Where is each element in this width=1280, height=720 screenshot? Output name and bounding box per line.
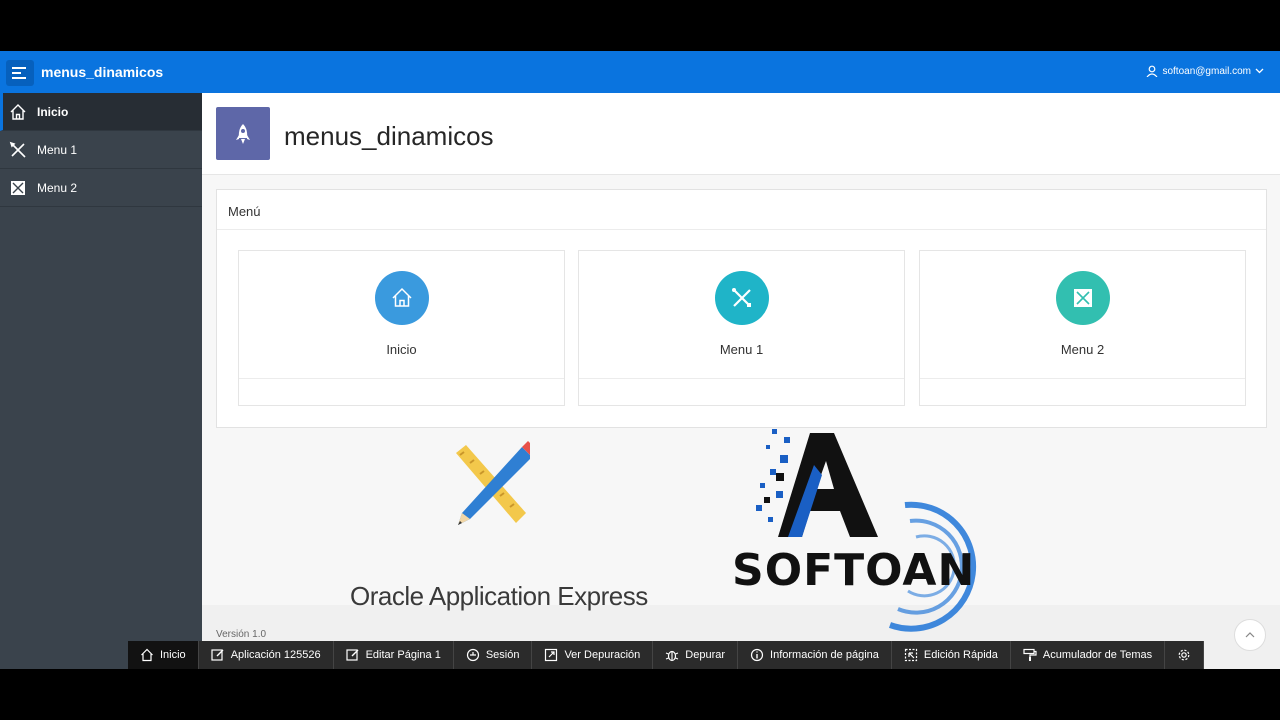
user-email: softoan@gmail.com bbox=[1162, 65, 1251, 77]
devbar-settings-button[interactable] bbox=[1165, 641, 1205, 669]
devbar-label: Aplicación 125526 bbox=[230, 649, 321, 661]
devbar-label: Sesión bbox=[485, 649, 520, 661]
apex-caption: Oracle Application Express bbox=[350, 581, 648, 611]
menu-card-menu-2[interactable]: Menu 2 bbox=[919, 250, 1246, 406]
session-icon bbox=[466, 648, 479, 662]
devbar-label: Ver Depuración bbox=[564, 649, 641, 661]
menu-card-inicio[interactable]: Inicio bbox=[238, 250, 565, 406]
card-label: Menu 2 bbox=[1060, 342, 1105, 357]
app-window: menus_dinamicos softoan@gmail.com Inicio… bbox=[0, 51, 1280, 669]
devbar-label: Información de página bbox=[770, 649, 879, 661]
devbar-home-button[interactable]: Inicio bbox=[128, 641, 199, 669]
apex-tools-logo bbox=[456, 441, 530, 525]
edit-icon bbox=[211, 649, 224, 661]
sidebar-item-inicio[interactable]: Inicio bbox=[0, 93, 202, 131]
developer-toolbar: Inicio Aplicación 125526 Editar Página 1… bbox=[128, 641, 1205, 669]
version-label: Versión 1.0 bbox=[216, 629, 267, 640]
devbar-label: Depurar bbox=[685, 649, 726, 661]
edit-icon bbox=[345, 649, 359, 661]
devbar-quick-edit-button[interactable]: Edición Rápida bbox=[892, 641, 1011, 669]
external-icon bbox=[545, 648, 558, 662]
quick-edit-icon bbox=[904, 648, 917, 662]
softoan-logo bbox=[756, 429, 977, 632]
sidebar-item-label: Inicio bbox=[37, 104, 69, 119]
info-icon bbox=[750, 648, 764, 662]
top-header: menus_dinamicos softoan@gmail.com bbox=[0, 51, 1280, 93]
sidebar-item-label: Menu 2 bbox=[37, 180, 78, 195]
devbar-view-debug-button[interactable]: Ver Depuración bbox=[532, 641, 654, 669]
home-icon bbox=[374, 271, 429, 325]
devbar-theme-roller-button[interactable]: Acumulador de Temas bbox=[1011, 641, 1166, 669]
menu-card-menu-1[interactable]: Menu 1 bbox=[578, 250, 905, 406]
page-title: menus_dinamicos bbox=[284, 121, 494, 151]
hero-region: menus_dinamicos bbox=[202, 93, 1280, 175]
rocket-icon bbox=[216, 107, 270, 160]
chevron-up-icon bbox=[1245, 632, 1255, 638]
devbar-label: Inicio bbox=[160, 649, 186, 661]
chevron-down-icon bbox=[1255, 68, 1264, 74]
user-menu[interactable]: softoan@gmail.com bbox=[1146, 65, 1264, 77]
devbar-label: Acumulador de Temas bbox=[1042, 649, 1153, 661]
gear-icon bbox=[1178, 649, 1190, 661]
brand-text: SOFTOAN bbox=[732, 545, 976, 596]
devbar-debug-button[interactable]: Depurar bbox=[653, 641, 739, 669]
hamburger-icon bbox=[12, 67, 26, 79]
sidebar-nav: Inicio Menu 1 Menu 2 bbox=[0, 93, 202, 669]
home-icon bbox=[141, 648, 153, 662]
paint-roller-icon bbox=[1023, 648, 1037, 661]
devbar-session-button[interactable]: Sesión bbox=[454, 641, 533, 669]
app-title[interactable]: menus_dinamicos bbox=[41, 64, 163, 80]
devbar-edit-page-button[interactable]: Editar Página 1 bbox=[334, 641, 454, 669]
pattern-icon bbox=[1055, 271, 1110, 325]
pattern-icon bbox=[11, 180, 25, 195]
tools-icon bbox=[9, 141, 26, 158]
region-title: Menú bbox=[217, 190, 1266, 230]
devbar-label: Editar Página 1 bbox=[365, 649, 441, 661]
devbar-page-info-button[interactable]: Información de página bbox=[738, 641, 892, 669]
devbar-label: Edición Rápida bbox=[923, 649, 998, 661]
card-label: Menu 1 bbox=[719, 342, 764, 357]
scroll-to-top-button[interactable] bbox=[1234, 619, 1266, 651]
card-label: Inicio bbox=[386, 342, 417, 357]
devbar-application-button[interactable]: Aplicación 125526 bbox=[199, 641, 334, 669]
sidebar-item-menu-1[interactable]: Menu 1 bbox=[0, 131, 202, 169]
bug-icon bbox=[666, 650, 679, 662]
tools-icon bbox=[714, 271, 769, 325]
sidebar-item-menu-2[interactable]: Menu 2 bbox=[0, 169, 202, 207]
menu-toggle-button[interactable] bbox=[6, 60, 34, 86]
sidebar-item-label: Menu 1 bbox=[37, 142, 78, 157]
menu-region: Menú Inicio Menu 1 Menu 2 bbox=[216, 189, 1267, 428]
user-icon bbox=[1147, 65, 1158, 77]
home-icon bbox=[10, 103, 26, 120]
